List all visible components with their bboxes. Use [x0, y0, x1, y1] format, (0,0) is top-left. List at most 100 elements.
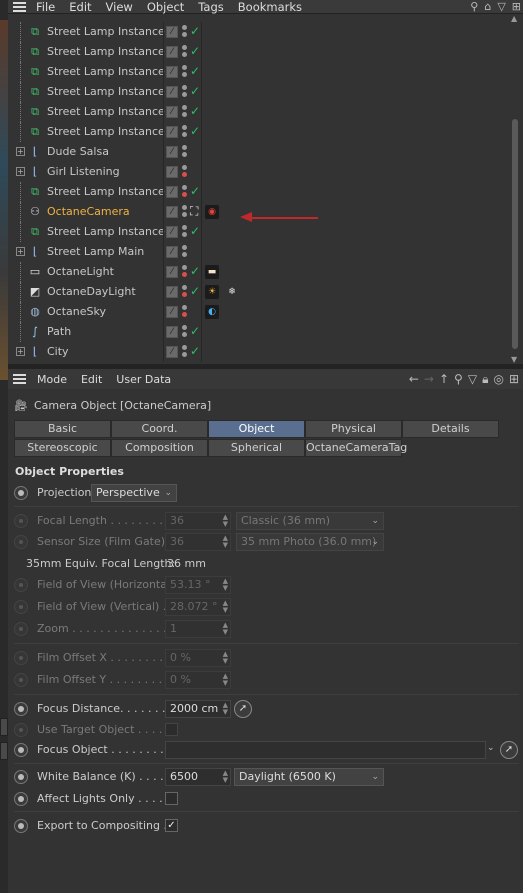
- environment-tag-icon[interactable]: ◐: [205, 305, 219, 319]
- object-row[interactable]: ⧉ Street Lamp Instance.3 ⁄ ✓: [8, 102, 508, 122]
- object-name[interactable]: Girl Listening: [47, 165, 120, 178]
- object-row[interactable]: ◩ OctaneDayLight ⁄ ✓ ☀ ❄: [8, 282, 508, 302]
- visibility-dots[interactable]: [182, 24, 188, 40]
- export-compositing-checkbox[interactable]: ✓: [165, 819, 178, 832]
- enabled-check-icon[interactable]: ✓: [190, 24, 200, 38]
- scroll-down-icon[interactable]: ▼: [511, 355, 517, 364]
- visibility-dots[interactable]: [182, 204, 188, 220]
- object-row[interactable]: ∫ Path ⁄ ✓: [8, 322, 508, 342]
- object-row[interactable]: + ⌊ Girl Listening ⁄: [8, 162, 508, 182]
- layer-icon[interactable]: ⁄: [166, 266, 178, 278]
- white-balance-preset[interactable]: Daylight (6500 K) ⌄: [234, 768, 384, 786]
- visibility-dots[interactable]: [182, 124, 188, 140]
- object-row[interactable]: ⧉ Street Lamp Instance.6 ⁄ ✓: [8, 42, 508, 62]
- visibility-dots[interactable]: [182, 44, 188, 60]
- object-row[interactable]: + ⌊ Street Lamp Main ⁄: [8, 242, 508, 262]
- visibility-dots[interactable]: [182, 224, 188, 240]
- animation-toggle[interactable]: [14, 702, 28, 716]
- forward-arrow-icon[interactable]: →: [424, 372, 434, 386]
- layer-icon[interactable]: ⁄: [166, 306, 178, 318]
- tab-basic[interactable]: Basic: [14, 420, 111, 438]
- scroll-up-icon[interactable]: ▲: [511, 14, 517, 23]
- sun-tag-icon[interactable]: ☀: [205, 285, 219, 299]
- enabled-check-icon[interactable]: ✓: [190, 84, 200, 98]
- layer-icon[interactable]: ⁄: [166, 226, 178, 238]
- layer-icon[interactable]: ⁄: [166, 246, 178, 258]
- menu-edit[interactable]: Edit: [63, 0, 99, 14]
- enabled-check-icon[interactable]: ✓: [190, 264, 200, 278]
- enabled-check-icon[interactable]: ✓: [190, 324, 200, 338]
- object-row[interactable]: ▭ OctaneLight ⁄ ✓ ▬: [8, 262, 508, 282]
- object-name[interactable]: Street Lamp Instance.6: [47, 45, 175, 58]
- pick-object-icon[interactable]: ➚: [500, 741, 518, 759]
- animation-toggle[interactable]: [14, 792, 28, 806]
- object-list-scrollbar[interactable]: ▲ ▼: [508, 14, 523, 364]
- object-name[interactable]: Street Lamp Instance.2: [47, 125, 175, 138]
- layer-icon[interactable]: ⁄: [166, 286, 178, 298]
- tab-coord[interactable]: Coord.: [111, 420, 208, 438]
- layer-icon[interactable]: ⁄: [166, 186, 178, 198]
- menu-edit[interactable]: Edit: [74, 373, 109, 386]
- focus-distance-field[interactable]: 2000 cm ▲ ▼: [165, 700, 231, 718]
- enabled-check-icon[interactable]: ✓: [190, 224, 200, 238]
- object-row[interactable]: + ⌊ City ⁄ ✓: [8, 342, 508, 362]
- pick-distance-icon[interactable]: ➚: [234, 700, 252, 718]
- visibility-dots[interactable]: [182, 264, 188, 280]
- visibility-dots[interactable]: [182, 64, 188, 80]
- object-row[interactable]: ⧉ Street Lamp Instance.1 ⁄ ✓: [8, 182, 508, 202]
- object-name[interactable]: OctaneLight: [47, 265, 114, 278]
- enabled-check-icon[interactable]: ✓: [190, 284, 200, 298]
- enabled-check-icon[interactable]: ✓: [190, 344, 200, 358]
- octane-light-tag-icon[interactable]: ▬: [205, 265, 219, 279]
- object-name[interactable]: Path: [47, 325, 71, 338]
- menu-file[interactable]: File: [30, 0, 63, 14]
- lock-icon[interactable]: 🔒︎: [482, 372, 488, 387]
- object-name[interactable]: OctaneCamera: [47, 205, 130, 218]
- affect-lights-checkbox[interactable]: [165, 792, 178, 805]
- animation-toggle[interactable]: [14, 743, 28, 757]
- side-button[interactable]: [0, 718, 8, 736]
- menu-mode[interactable]: Mode: [30, 373, 74, 386]
- visibility-dots[interactable]: [182, 244, 188, 260]
- filter-icon[interactable]: ▽: [497, 0, 505, 14]
- new-panel-icon[interactable]: ⊞: [509, 372, 519, 386]
- expand-icon[interactable]: +: [16, 347, 25, 356]
- layer-icon[interactable]: ⁄: [166, 166, 178, 178]
- white-balance-field[interactable]: 6500 ▲ ▼: [165, 768, 231, 786]
- layer-icon[interactable]: ⁄: [166, 86, 178, 98]
- search-icon[interactable]: ⚲: [454, 372, 463, 386]
- home-icon[interactable]: ⌂: [484, 0, 491, 14]
- tab-stereoscopic[interactable]: Stereoscopic: [14, 439, 111, 457]
- tab-octanecameratag[interactable]: OctaneCameraTag: [305, 439, 407, 457]
- enabled-check-icon[interactable]: ✓: [190, 64, 200, 78]
- layer-icon[interactable]: ⁄: [166, 106, 178, 118]
- expand-icon[interactable]: +: [16, 147, 25, 156]
- object-name[interactable]: Dude Salsa: [47, 145, 109, 158]
- search-icon[interactable]: ⚲: [470, 0, 478, 14]
- object-name[interactable]: Street Lamp Instance.4: [47, 85, 175, 98]
- visibility-dots[interactable]: [182, 344, 188, 360]
- object-name[interactable]: Street Lamp Instance.3: [47, 105, 175, 118]
- layer-icon[interactable]: ⁄: [166, 346, 178, 358]
- menu-object[interactable]: Object: [141, 0, 192, 14]
- object-row[interactable]: ⧉ Street Lamp Instance.2 ⁄ ✓: [8, 122, 508, 142]
- layer-icon[interactable]: ⁄: [166, 46, 178, 58]
- tab-object[interactable]: Object: [208, 420, 305, 438]
- octane-camera-tag-icon[interactable]: ◉: [205, 205, 219, 219]
- target-icon[interactable]: ⛶: [190, 204, 198, 219]
- side-button[interactable]: [0, 742, 8, 760]
- animation-toggle[interactable]: [14, 486, 28, 500]
- object-name[interactable]: Street Lamp Main: [47, 245, 144, 258]
- enabled-check-icon[interactable]: ✓: [190, 104, 200, 118]
- layer-icon[interactable]: ⁄: [166, 66, 178, 78]
- object-name[interactable]: Street Lamp Instance.1: [47, 185, 175, 198]
- object-row[interactable]: ⧉ Street Lamp Instance.4 ⁄ ✓: [8, 82, 508, 102]
- animation-toggle[interactable]: [14, 770, 28, 784]
- expand-icon[interactable]: +: [16, 167, 25, 176]
- target-icon[interactable]: ◎: [493, 372, 503, 386]
- visibility-dots[interactable]: [182, 144, 188, 160]
- filter-icon[interactable]: ▽: [468, 372, 477, 386]
- layer-icon[interactable]: ⁄: [166, 126, 178, 138]
- tab-details[interactable]: Details: [402, 420, 499, 438]
- object-row[interactable]: ⧉ Street Lamp Instance.5 ⁄ ✓: [8, 62, 508, 82]
